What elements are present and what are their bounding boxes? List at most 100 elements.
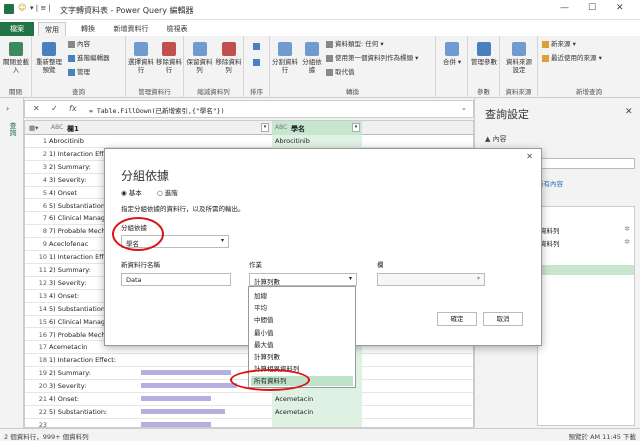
table-row[interactable]: 23 xyxy=(25,418,473,427)
sort-asc-icon xyxy=(252,42,260,50)
data-type-dropdown[interactable]: 資料類型: 任何 ▾ xyxy=(326,40,384,48)
new-column-name-input[interactable]: Data xyxy=(121,273,231,286)
data-source-settings-button[interactable]: 資料來源設定 xyxy=(503,42,535,74)
cell-col2[interactable]: Abrocitinib xyxy=(272,135,362,148)
radio-basic[interactable]: ◉ 基本 xyxy=(121,187,142,197)
table-menu-icon[interactable]: ▦▾ xyxy=(29,124,38,132)
choose-columns-button[interactable]: 選擇資料行 xyxy=(128,42,154,74)
col2-header[interactable]: 學名 xyxy=(291,124,305,134)
combine-button[interactable]: 合併 ▾ xyxy=(439,42,465,66)
dropdown-option[interactable]: 計算列數 xyxy=(251,352,353,362)
expand-arrow-icon[interactable]: › xyxy=(6,104,9,113)
sort-ascending-button[interactable] xyxy=(249,42,265,50)
row-number: 13 xyxy=(38,291,47,300)
redacted-text xyxy=(141,383,237,389)
refresh-preview-button[interactable]: 重新整理預覽 xyxy=(34,42,64,74)
radio-checked-icon: ◉ xyxy=(121,189,127,197)
formula-text[interactable]: = Table.FillDown(已新增索引,{"學名"}) xyxy=(89,105,225,115)
status-bar: 2 個資料行，999+ 個資料列 預覽於 AM 11:45 下載 xyxy=(0,428,640,441)
properties-button[interactable]: 內容 xyxy=(68,40,90,48)
dropdown-option[interactable]: 中間值 xyxy=(251,315,353,325)
table-row[interactable]: 22 5) Substantiation: Acemetacin xyxy=(25,405,473,419)
operation-select[interactable]: 計算列數 ▾ xyxy=(249,273,357,286)
group-manage-columns: 選擇資料行 移除資料行 管理資料行 xyxy=(126,36,184,98)
headers-icon xyxy=(326,54,333,62)
row-number: 7 xyxy=(42,214,47,223)
replace-values-button[interactable]: 取代值 xyxy=(326,68,355,76)
applied-step-1[interactable]: 資料列 xyxy=(540,225,560,235)
tab-transform[interactable]: 轉換 xyxy=(74,22,102,36)
dialog-title: 分組依據 xyxy=(121,169,170,183)
confirm-formula-icon[interactable]: ✓ xyxy=(51,104,58,113)
cell-col2[interactable] xyxy=(272,418,362,427)
close-load-icon xyxy=(9,42,23,56)
type-any-icon: ABC xyxy=(51,124,64,131)
tab-home[interactable]: 常用 xyxy=(38,22,66,36)
group-new-query: 新來源 ▾ 最近使用的來源 ▾ 新增查詢 xyxy=(538,36,640,98)
ribbon-tabs: 檔案 常用 轉換 新增資料行 檢視表 xyxy=(0,20,640,36)
col1-filter-icon[interactable]: ▾ xyxy=(261,123,269,132)
recent-sources-button[interactable]: 最近使用的來源 ▾ xyxy=(542,54,602,62)
keep-rows-button[interactable]: 保留資料列 xyxy=(186,42,213,74)
row-number: 16 xyxy=(38,330,47,339)
tab-view[interactable]: 檢視表 xyxy=(162,22,192,36)
table-row[interactable]: 21 4) Onset: Acemetacin xyxy=(25,393,473,406)
column-select[interactable]: ▾ xyxy=(377,273,485,286)
cell-col2[interactable]: Acemetacin xyxy=(272,393,362,406)
manage-button[interactable]: 管理 xyxy=(68,68,90,76)
close-and-load-button[interactable]: 關閉並載入 xyxy=(2,42,30,74)
expand-formula-icon[interactable]: ⌄ xyxy=(461,104,467,112)
remove-rows-button[interactable]: 移除資料列 xyxy=(215,42,242,74)
cancel-button[interactable]: 取消 xyxy=(483,312,523,326)
remove-columns-button[interactable]: 移除資料行 xyxy=(156,42,182,74)
chevron-down-icon: ▾ xyxy=(348,275,352,282)
new-source-button[interactable]: 新來源 ▾ xyxy=(542,40,576,48)
new-column-label: 新資料行名稱 xyxy=(121,261,160,269)
cell-col2[interactable]: Acemetacin xyxy=(272,405,362,419)
refresh-icon xyxy=(42,42,56,56)
close-icon[interactable]: ✕ xyxy=(616,3,624,13)
maximize-icon[interactable]: ☐ xyxy=(588,3,596,13)
remove-columns-icon xyxy=(162,42,176,56)
query-settings-title: 查詢設定 xyxy=(485,108,529,121)
radio-advanced[interactable]: ○ 進階 xyxy=(157,187,178,197)
dialog-close-icon[interactable]: ✕ xyxy=(526,152,533,161)
quick-access-icon[interactable]: ▾ | ≡ | xyxy=(30,4,51,12)
sort-descending-button[interactable] xyxy=(249,58,265,66)
split-column-button[interactable]: 分割資料行 xyxy=(272,42,298,74)
step-gear-icon-1[interactable]: ✲ xyxy=(624,225,630,233)
group-by-button[interactable]: 分組依據 xyxy=(300,42,324,74)
row-number: 8 xyxy=(42,227,47,236)
dropdown-option[interactable]: 最小值 xyxy=(251,328,353,338)
close-pane-icon[interactable]: ✕ xyxy=(625,107,633,117)
tab-file[interactable]: 檔案 xyxy=(0,22,34,36)
type-any-icon-2: ABC xyxy=(275,124,288,131)
replace-icon xyxy=(326,68,333,76)
col1-header[interactable]: 欄1 xyxy=(67,124,79,134)
fx-icon: fx xyxy=(69,104,77,113)
manage-parameters-button[interactable]: 管理參數 xyxy=(471,42,497,66)
tab-add-column[interactable]: 新增資料行 xyxy=(108,22,154,36)
cancel-formula-icon[interactable]: ✕ xyxy=(33,104,40,113)
advanced-editor-button[interactable]: 進階編輯器 xyxy=(68,54,110,62)
use-first-row-headers-button[interactable]: 使用第一個資料列作為標頭 ▾ xyxy=(326,54,418,62)
table-row[interactable]: 1 Abrocitinib Abrocitinib xyxy=(25,135,473,148)
applied-step-selected[interactable] xyxy=(538,265,634,275)
dropdown-option[interactable]: 最大值 xyxy=(251,340,353,350)
minimize-icon[interactable]: — xyxy=(560,3,569,13)
formula-bar[interactable]: ✕ ✓ fx = Table.FillDown(已新增索引,{"學名"}) ⌄ xyxy=(24,100,474,118)
cell-col1[interactable]: Abrocitinib xyxy=(49,137,295,145)
dropdown-option[interactable]: 平均 xyxy=(251,303,353,313)
col2-filter-icon[interactable]: ▾ xyxy=(352,123,360,132)
properties-section-label[interactable]: ▲ 內容 xyxy=(485,134,507,144)
row-number: 6 xyxy=(42,201,47,210)
step-gear-icon-2[interactable]: ✲ xyxy=(624,238,630,246)
combine-icon xyxy=(445,42,459,56)
smiley-icon[interactable]: ☺ xyxy=(18,3,26,12)
query-name-field[interactable] xyxy=(537,158,635,169)
dropdown-option[interactable]: 加總 xyxy=(251,291,353,301)
applied-step-2[interactable]: 資料列 xyxy=(540,238,560,248)
queries-nav[interactable]: › 查詢 xyxy=(0,98,24,428)
ok-button[interactable]: 確定 xyxy=(437,312,477,326)
row-number: 20 xyxy=(38,382,47,391)
